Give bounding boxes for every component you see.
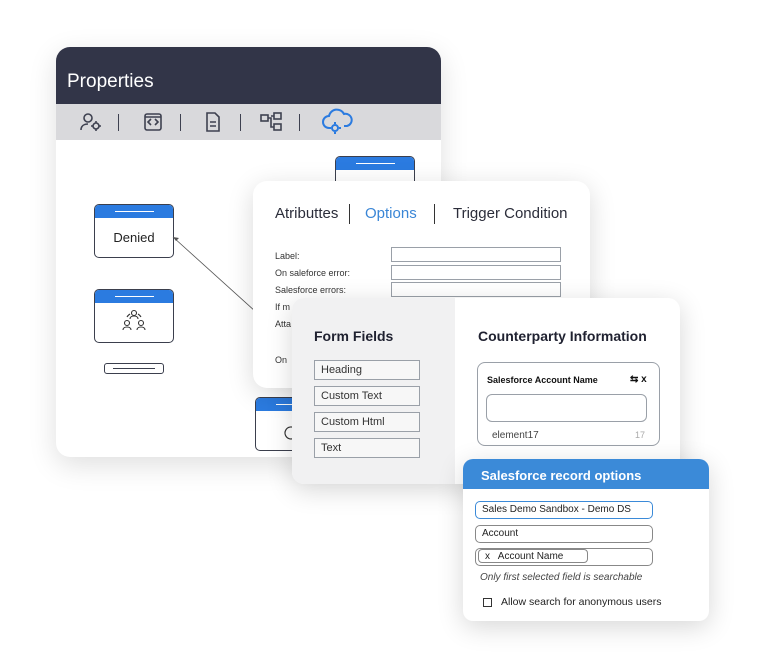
fields-select[interactable]: x Account Name [475, 548, 653, 566]
salesforce-account-input[interactable] [486, 394, 647, 422]
on-field-label: On [275, 355, 288, 365]
element-count: 17 [635, 430, 646, 440]
record-options-title: Salesforce record options [463, 459, 709, 489]
object-select[interactable]: Account [475, 525, 653, 543]
anonymous-search-checkbox[interactable] [483, 598, 492, 607]
salesforce-account-field[interactable]: Salesforce Account Name ⇆ x element17 17 [477, 362, 660, 446]
remove-chip-icon[interactable]: x [485, 551, 490, 562]
data-source-select[interactable]: Sales Demo Sandbox - Demo DS [475, 501, 653, 519]
field-custom-text[interactable]: Custom Text [314, 386, 420, 406]
salesforce-account-label: Salesforce Account Name [487, 375, 598, 385]
searchable-hint: Only first selected field is searchable [480, 572, 643, 583]
attach-field-label: Atta [275, 319, 292, 329]
field-text[interactable]: Text [314, 438, 420, 458]
tab-divider [349, 204, 350, 224]
tab-options[interactable]: Options [365, 205, 417, 222]
on-error-input[interactable] [391, 265, 561, 280]
selected-field-label: Account Name [497, 551, 564, 562]
salesforce-errors-field-label: Salesforce errors: [275, 285, 347, 295]
swap-close-icon[interactable]: ⇆ x [630, 374, 647, 385]
anonymous-search-label: Allow search for anonymous users [501, 596, 662, 608]
if-field-label: If m [275, 302, 290, 312]
label-field-label: Label: [275, 251, 300, 261]
salesforce-errors-input[interactable] [391, 282, 561, 297]
tab-attributes[interactable]: Atributtes [275, 205, 338, 222]
field-heading[interactable]: Heading [314, 360, 420, 380]
salesforce-record-options-card: Salesforce record options Sales Demo San… [463, 459, 709, 621]
element-name: element17 [492, 430, 539, 441]
label-input[interactable] [391, 247, 561, 262]
counterparty-title: Counterparty Information [478, 328, 647, 344]
field-custom-html[interactable]: Custom Html [314, 412, 420, 432]
on-error-field-label: On saleforce error: [275, 268, 351, 278]
tab-divider [434, 204, 435, 224]
selected-field-chip[interactable]: x Account Name [478, 549, 588, 563]
tab-trigger-condition[interactable]: Trigger Condition [453, 205, 568, 222]
form-fields-panel: Form Fields Heading Custom Text Custom H… [292, 298, 455, 484]
form-builder-card: Form Fields Heading Custom Text Custom H… [292, 298, 680, 484]
form-fields-title: Form Fields [314, 328, 394, 344]
